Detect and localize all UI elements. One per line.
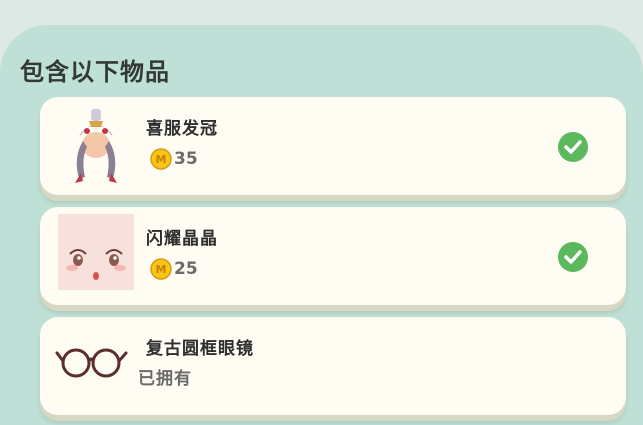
coin-icon: M (150, 258, 172, 280)
section-title: 包含以下物品 (20, 58, 170, 86)
sparkle-face-icon (58, 214, 134, 290)
check-icon[interactable] (558, 132, 588, 162)
price-row: M 25 (150, 258, 198, 280)
item-card-hair-crown[interactable]: 喜服发冠 M 35 (40, 97, 626, 195)
owned-label: 已拥有 (138, 369, 192, 389)
item-name: 喜服发冠 (146, 119, 218, 139)
item-name: 复古圆框眼镜 (146, 339, 254, 359)
item-price: 35 (174, 149, 198, 169)
check-icon[interactable] (558, 242, 588, 272)
item-card-glasses[interactable]: 复古圆框眼镜 已拥有 (40, 317, 626, 415)
svg-text:M: M (156, 153, 167, 166)
item-card-sparkle[interactable]: 闪耀晶晶 M 25 (40, 207, 626, 305)
item-name: 闪耀晶晶 (146, 229, 218, 249)
round-glasses-icon (54, 335, 134, 385)
item-price: 25 (174, 259, 198, 279)
coin-icon: M (150, 148, 172, 170)
hair-crown-icon (56, 107, 136, 187)
svg-text:M: M (156, 263, 167, 276)
price-row: M 35 (150, 148, 198, 170)
